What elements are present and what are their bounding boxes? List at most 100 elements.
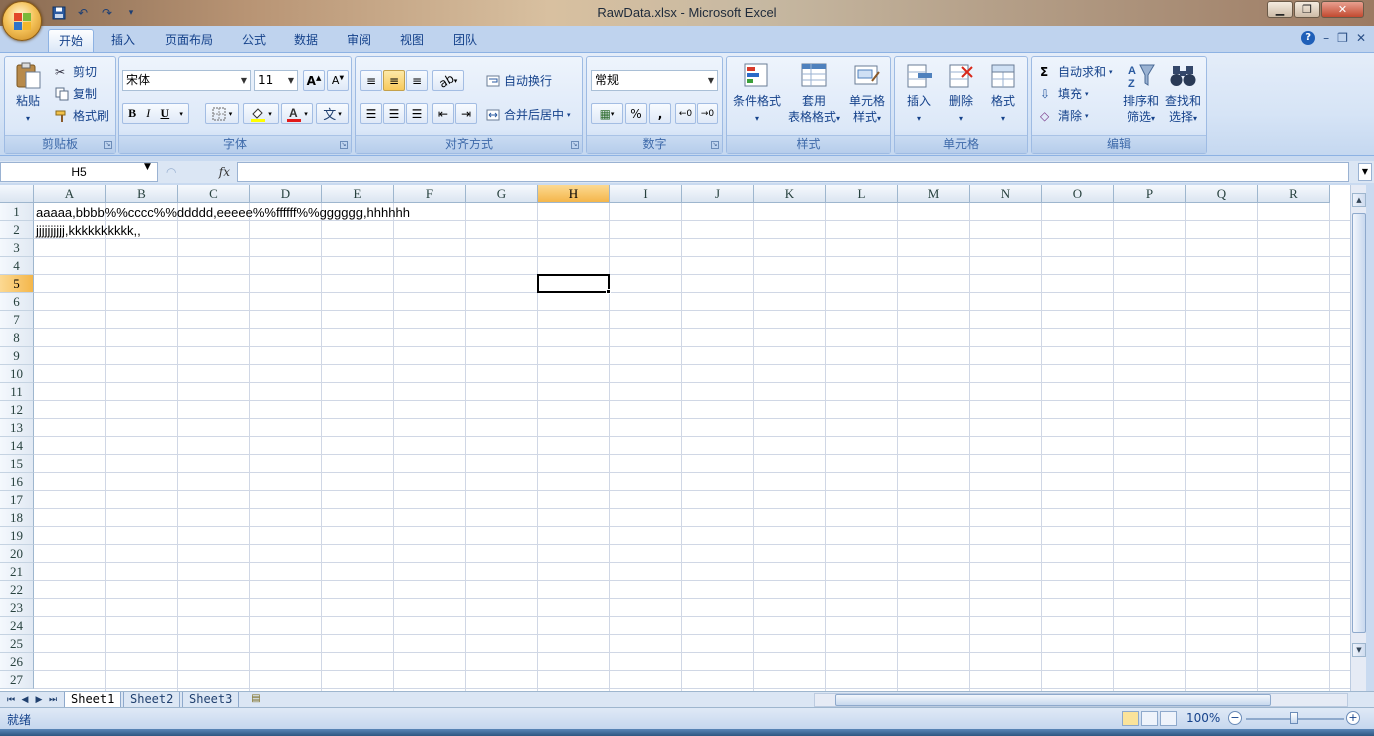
autosum-button[interactable]: Σ 自动求和 ▾ — [1040, 63, 1113, 80]
sheet-tab-1[interactable]: Sheet1 — [64, 692, 122, 708]
workbook-close-icon[interactable]: ✕ — [1356, 31, 1366, 45]
zoom-out-icon[interactable]: − — [1228, 711, 1242, 725]
find-select-button[interactable]: 查找和 选择▾ — [1162, 61, 1204, 127]
fill-handle[interactable] — [606, 289, 611, 294]
delete-cells-button[interactable]: 删除 ▾ — [941, 61, 981, 127]
column-header-b[interactable]: B — [106, 185, 178, 203]
row-header-22[interactable]: 22 — [0, 581, 34, 599]
format-painter-button[interactable]: 格式刷 — [55, 107, 109, 124]
sort-filter-dropdown-icon[interactable]: ▾ — [1151, 114, 1155, 123]
paste-button[interactable]: 粘贴 ▾ — [9, 61, 47, 127]
vertical-scrollbar[interactable]: ▲ ▼ — [1350, 185, 1366, 691]
close-button[interactable]: ✕ — [1321, 1, 1364, 18]
percent-style-button[interactable]: % — [625, 103, 647, 124]
cell-a2[interactable]: jjjjjjjjjj,kkkkkkkkkk,, — [36, 222, 141, 240]
formula-splitter[interactable]: ◠ — [166, 165, 176, 179]
autosum-dropdown-icon[interactable]: ▾ — [1109, 68, 1113, 76]
expand-formula-bar-icon[interactable]: ▼ — [1358, 163, 1372, 181]
first-sheet-icon[interactable]: ⏮ — [4, 693, 18, 707]
number-format-dropdown-icon[interactable]: ▼ — [708, 71, 714, 90]
column-header-e[interactable]: E — [322, 185, 394, 203]
align-right-button[interactable]: ☰ — [406, 103, 428, 124]
row-header-18[interactable]: 18 — [0, 509, 34, 527]
clear-dropdown-icon[interactable]: ▾ — [1085, 112, 1089, 120]
number-format-combo[interactable]: 常规 ▼ — [591, 70, 718, 91]
row-header-3[interactable]: 3 — [0, 239, 34, 257]
comma-style-button[interactable]: , — [649, 103, 671, 124]
insert-cells-button[interactable]: 插入 ▾ — [899, 61, 939, 127]
tab-insert[interactable]: 插入 — [101, 29, 145, 52]
align-top-button[interactable]: ≡ — [360, 70, 382, 91]
column-header-r[interactable]: R — [1258, 185, 1330, 203]
row-header-2[interactable]: 2 — [0, 221, 34, 239]
column-header-a[interactable]: A — [34, 185, 106, 203]
font-color-dropdown-icon[interactable]: ▾ — [304, 110, 308, 118]
conditional-formatting-button[interactable]: 条件格式 ▾ — [731, 61, 783, 127]
zoom-level[interactable]: 100% — [1186, 711, 1220, 725]
merge-dropdown-icon[interactable]: ▾ — [567, 111, 571, 119]
fill-button[interactable]: ⇩ 填充 ▾ — [1040, 85, 1089, 102]
worksheet-grid[interactable]: ABCDEFGHIJKLMNOPQR 1 2 3 4 5 6 7 8 9 10 11 12 13 14 15… — [0, 185, 1350, 691]
shrink-font-button[interactable]: A▼ — [327, 70, 349, 91]
row-header-10[interactable]: 10 — [0, 365, 34, 383]
font-launcher-icon[interactable]: ↘ — [340, 141, 348, 149]
align-bottom-button[interactable]: ≡ — [406, 70, 428, 91]
paste-dropdown-icon[interactable]: ▾ — [26, 114, 30, 123]
sheet-tab-2[interactable]: Sheet2 — [123, 692, 181, 708]
tab-home[interactable]: 开始 — [48, 29, 95, 52]
alignment-launcher-icon[interactable]: ↘ — [571, 141, 579, 149]
sort-filter-button[interactable]: AZ 排序和 筛选▾ — [1120, 61, 1162, 127]
insert-function-icon[interactable]: fx — [219, 165, 230, 179]
insert-sheet-icon[interactable]: ▤ — [246, 693, 266, 707]
row-header-16[interactable]: 16 — [0, 473, 34, 491]
column-header-j[interactable]: J — [682, 185, 754, 203]
row-header-13[interactable]: 13 — [0, 419, 34, 437]
orientation-button[interactable]: ab ▾ — [432, 70, 464, 91]
tab-page-layout[interactable]: 页面布局 — [155, 29, 223, 52]
row-header-8[interactable]: 8 — [0, 329, 34, 347]
border-button[interactable]: ▾ — [205, 103, 239, 124]
cut-button[interactable]: ✂ 剪切 — [55, 63, 97, 80]
clear-button[interactable]: ◇ 清除 ▾ — [1040, 107, 1089, 124]
tab-team[interactable]: 团队 — [443, 29, 487, 52]
fill-color-dropdown-icon[interactable]: ▾ — [268, 110, 272, 118]
format-as-table-dropdown-icon[interactable]: ▾ — [836, 114, 840, 123]
row-header-19[interactable]: 19 — [0, 527, 34, 545]
scroll-down-icon[interactable]: ▼ — [1352, 643, 1366, 657]
grow-font-button[interactable]: A▲ — [303, 70, 325, 91]
column-header-m[interactable]: M — [898, 185, 970, 203]
row-header-11[interactable]: 11 — [0, 383, 34, 401]
increase-decimal-button[interactable]: ←0 — [675, 103, 696, 124]
horizontal-scrollbar[interactable] — [814, 693, 1348, 707]
accounting-format-button[interactable]: ▦ ▾ — [591, 103, 623, 124]
font-name-combo[interactable]: 宋体 ▼ — [122, 70, 251, 91]
wrap-text-button[interactable]: 自动换行 — [486, 72, 552, 89]
format-cells-dropdown-icon[interactable]: ▾ — [1001, 114, 1005, 123]
underline-dropdown-icon[interactable]: ▾ — [179, 110, 183, 118]
italic-icon[interactable]: I — [146, 106, 150, 121]
zoom-in-icon[interactable]: + — [1346, 711, 1360, 725]
workbook-restore-icon[interactable]: ❐ — [1337, 31, 1348, 45]
align-center-button[interactable]: ☰ — [383, 103, 405, 124]
page-break-view-icon[interactable] — [1160, 711, 1177, 726]
sheet-tab-3[interactable]: Sheet3 — [182, 692, 240, 708]
column-header-p[interactable]: P — [1114, 185, 1186, 203]
scroll-up-icon[interactable]: ▲ — [1352, 193, 1366, 207]
insert-cells-dropdown-icon[interactable]: ▾ — [917, 114, 921, 123]
column-header-c[interactable]: C — [178, 185, 250, 203]
row-header-5[interactable]: 5 — [0, 275, 34, 293]
cell-a1[interactable]: aaaaa,bbbb%%cccc%%ddddd,eeeee%%ffffff%%g… — [36, 204, 410, 222]
row-header-12[interactable]: 12 — [0, 401, 34, 419]
help-icon[interactable]: ? — [1301, 31, 1316, 45]
decrease-decimal-button[interactable]: →0 — [697, 103, 718, 124]
bold-icon[interactable]: B — [128, 106, 136, 121]
font-color-button[interactable]: A ▾ — [281, 103, 313, 124]
vertical-scroll-thumb[interactable] — [1352, 213, 1366, 633]
row-header-15[interactable]: 15 — [0, 455, 34, 473]
decrease-indent-button[interactable]: ⇤ — [432, 103, 454, 124]
tab-data[interactable]: 数据 — [284, 29, 328, 52]
cell-styles-button[interactable]: 单元格 样式▾ — [845, 61, 889, 127]
format-cells-button[interactable]: 格式 ▾ — [983, 61, 1023, 127]
row-header-24[interactable]: 24 — [0, 617, 34, 635]
column-header-f[interactable]: F — [394, 185, 466, 203]
